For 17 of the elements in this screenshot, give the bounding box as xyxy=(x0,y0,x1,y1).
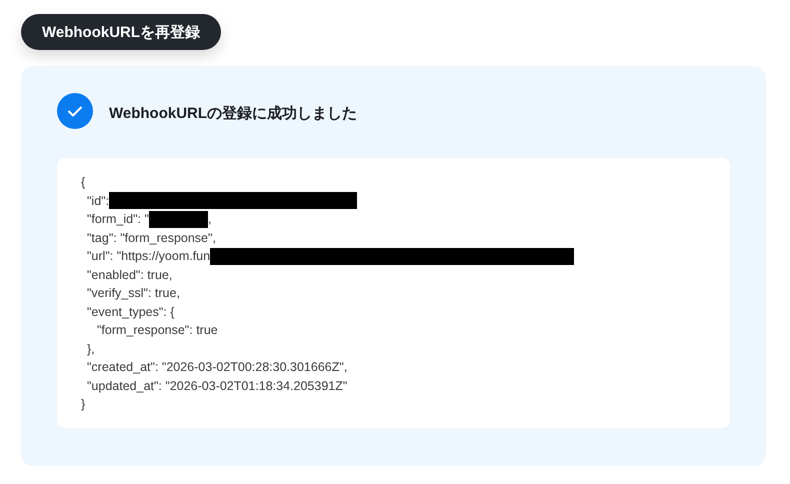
code-text: "id": xyxy=(87,194,110,208)
code-text: "event_types": { xyxy=(87,304,174,319)
reregister-button[interactable]: WebhookURLを再登録 xyxy=(21,14,222,50)
success-message: WebhookURLの登録に成功しました xyxy=(109,104,358,123)
code-text: "tag": "form_response", xyxy=(87,230,216,245)
code-text: "enabled": true, xyxy=(87,268,172,282)
code-text: "url": "https://yoom.fun xyxy=(87,249,210,264)
code-text: "verify_ssl": true, xyxy=(87,286,180,300)
code-text: "form_response": true xyxy=(97,323,218,338)
code-text: , xyxy=(208,212,212,226)
code-text: } xyxy=(81,397,86,412)
code-text: "form_id": " xyxy=(87,212,149,226)
code-text: "created_at": "2026-03-02T00:28:30.301666Z", xyxy=(87,360,348,374)
code-text: "updated_at": "2026-03-02T01:18:34.205391Z" xyxy=(87,378,348,393)
code-text: }, xyxy=(87,342,95,356)
check-icon xyxy=(57,93,93,129)
code-text: { xyxy=(81,175,86,190)
